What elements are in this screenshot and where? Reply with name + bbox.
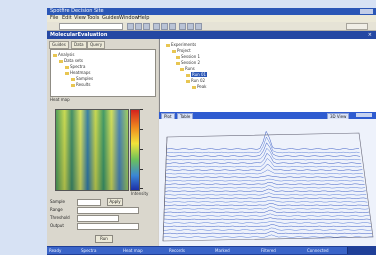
tree-item[interactable]: Runs xyxy=(180,66,195,71)
menu-item-view[interactable]: View xyxy=(74,15,86,22)
folder-icon xyxy=(176,55,180,59)
tab-query[interactable]: Query xyxy=(87,41,106,49)
status-records: Records xyxy=(167,247,214,254)
menu-item-window[interactable]: Window xyxy=(119,15,139,22)
color-scale-bar xyxy=(130,109,140,191)
status-bar: Ready Spectra Heat map Records Marked Fi… xyxy=(47,246,376,255)
zoom-icon[interactable] xyxy=(179,23,186,30)
plot-tab-bar: Plot Table 3D View xyxy=(159,112,376,120)
tree-item[interactable]: Analysis xyxy=(53,52,74,57)
toolbar xyxy=(47,22,376,31)
window-titlebar: Spotfire Decision Site xyxy=(47,8,376,15)
apply-button[interactable]: Apply xyxy=(107,198,123,206)
plot-options[interactable] xyxy=(356,113,372,117)
tab-guides[interactable]: Guides xyxy=(49,41,69,49)
field-label: Sample xyxy=(50,199,65,204)
toolbar-dropdown[interactable] xyxy=(346,23,368,30)
heatmap-section-label: Heat map xyxy=(50,97,70,102)
status-ready: Ready xyxy=(47,247,80,254)
window-controls[interactable] xyxy=(360,9,373,14)
folder-icon xyxy=(71,83,75,87)
folder-icon xyxy=(166,43,170,47)
cut-icon[interactable] xyxy=(153,23,160,30)
folder-icon xyxy=(172,49,176,53)
status-spectra[interactable]: Spectra xyxy=(79,247,122,254)
left-panel: Guides Data Query Analysis Data sets Spe… xyxy=(47,39,158,246)
window-title: Spotfire Decision Site xyxy=(50,8,104,14)
color-scale-ticks xyxy=(140,109,152,189)
new-icon[interactable] xyxy=(127,23,134,30)
tree-item[interactable]: Results xyxy=(71,82,90,87)
left-tree: Analysis Data sets Spectra Heatmaps Samp… xyxy=(50,49,156,97)
tree-item[interactable]: Samples xyxy=(71,76,93,81)
status-filtered: Filtered xyxy=(259,247,306,254)
plot-canvas xyxy=(159,119,376,246)
status-heatmap[interactable]: Heat map xyxy=(121,247,168,254)
close-icon[interactable]: × xyxy=(368,31,372,39)
tree-item[interactable]: Heatmaps xyxy=(65,70,90,75)
output-field[interactable] xyxy=(77,223,139,230)
range-field[interactable] xyxy=(77,207,139,214)
menu-item-guides[interactable]: Guides xyxy=(102,15,119,22)
tree-item[interactable]: Data sets xyxy=(59,58,83,63)
folder-icon xyxy=(186,79,190,83)
folder-icon xyxy=(192,85,196,89)
run-button[interactable]: Run xyxy=(95,235,113,243)
field-label: Range xyxy=(50,207,63,212)
tree-item[interactable]: Experiments xyxy=(166,42,196,47)
right-tree: Experiments Project Session 1 Session 2 … xyxy=(159,39,376,112)
toolbar-input[interactable] xyxy=(59,23,123,30)
tree-item[interactable]: Peak xyxy=(192,84,207,89)
folder-icon xyxy=(180,67,184,71)
status-connected: Connected xyxy=(305,247,348,254)
app-title-bar: MolecularEvaluation × xyxy=(47,31,376,39)
tree-item-selected[interactable]: Run 01 xyxy=(186,72,208,77)
spectrum-plot[interactable] xyxy=(159,119,376,246)
folder-icon xyxy=(65,71,69,75)
paste-icon[interactable] xyxy=(169,23,176,30)
folder-icon xyxy=(186,73,190,77)
copy-icon[interactable] xyxy=(161,23,168,30)
field-label: Output xyxy=(50,223,64,228)
menu-item-edit[interactable]: Edit xyxy=(62,15,72,22)
open-icon[interactable] xyxy=(135,23,142,30)
scale-label: Intensity xyxy=(131,191,149,196)
status-marked: Marked xyxy=(213,247,260,254)
filter-icon[interactable] xyxy=(187,23,194,30)
app-title: MolecularEvaluation xyxy=(50,32,108,38)
sample-field[interactable] xyxy=(77,199,101,206)
tree-item[interactable]: Project xyxy=(172,48,191,53)
tree-item[interactable]: Session 1 xyxy=(176,54,200,59)
folder-icon xyxy=(53,53,57,57)
application-window: Spotfire Decision Site File Edit View To… xyxy=(47,8,376,255)
chart-icon[interactable] xyxy=(195,23,202,30)
tree-item[interactable]: Spectra xyxy=(65,64,85,69)
menu-item-tools[interactable]: Tools xyxy=(87,15,99,22)
field-label: Threshold xyxy=(50,215,70,220)
menu-item-help[interactable]: Help xyxy=(138,15,149,22)
menu-bar: File Edit View Tools Guides Window Help xyxy=(47,15,376,22)
folder-icon xyxy=(59,59,63,63)
tree-item[interactable]: Session 2 xyxy=(176,60,200,65)
menu-item-file[interactable]: File xyxy=(50,15,58,22)
tab-data[interactable]: Data xyxy=(71,41,87,49)
folder-icon xyxy=(65,65,69,69)
folder-icon xyxy=(71,77,75,81)
tree-item[interactable]: Run 02 xyxy=(186,78,205,83)
save-icon[interactable] xyxy=(143,23,150,30)
folder-icon xyxy=(176,61,180,65)
heatmap-image[interactable] xyxy=(55,109,129,191)
threshold-field[interactable] xyxy=(77,215,119,222)
